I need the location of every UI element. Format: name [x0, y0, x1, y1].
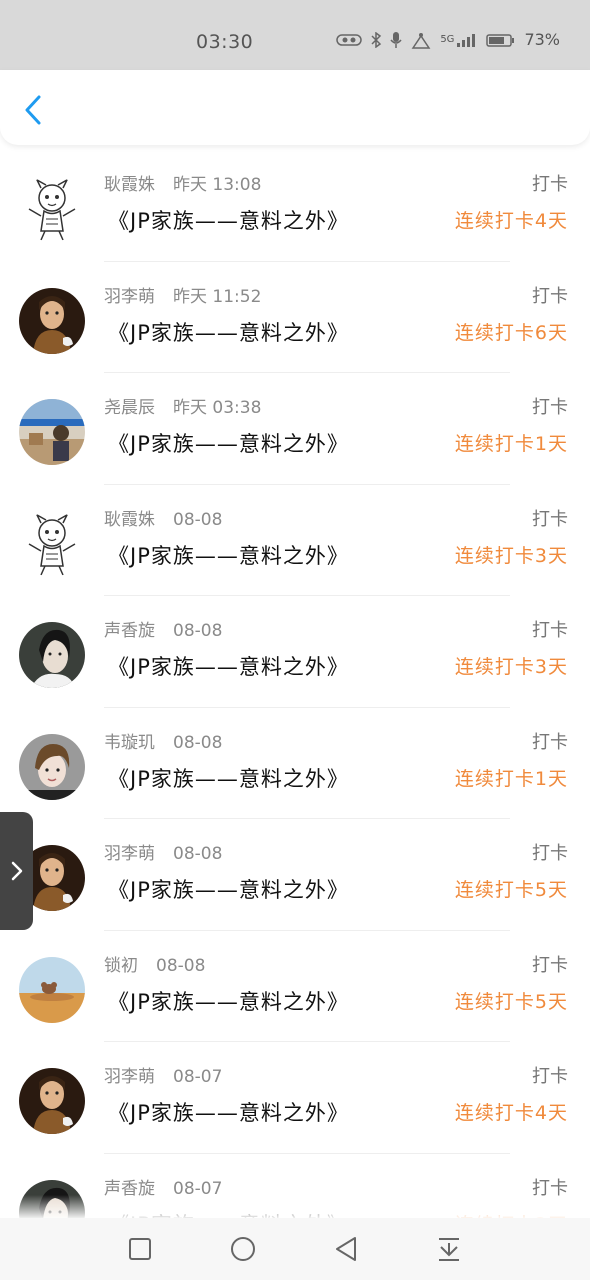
streak-label: 连续打卡4天 [454, 1102, 568, 1124]
avatar[interactable] [19, 733, 85, 800]
list-item[interactable]: 耿霞姝 昨天 13:08 《JP家族——意料之外》 打卡连续打卡4天 [0, 150, 590, 262]
bottom-fade [0, 1195, 590, 1220]
entry-meta: 韦璇玑 08-08 [104, 728, 222, 753]
checkin-tag: 打卡 [532, 843, 568, 864]
network-label: 5G [440, 34, 455, 45]
entry-title[interactable]: 《JP家族——意料之外》 [108, 874, 349, 904]
entry-title[interactable]: 《JP家族——意料之外》 [108, 205, 349, 235]
streak-label: 连续打卡1天 [454, 767, 568, 790]
user-name[interactable]: 羽李萌 [104, 844, 155, 864]
vpn-icon [336, 33, 363, 47]
avatar[interactable] [19, 1068, 85, 1134]
streak-label: 连续打卡1天 [454, 433, 568, 455]
streak-label: 连续打卡6天 [454, 321, 568, 344]
checkin-tag: 打卡 [532, 508, 568, 530]
user-name[interactable]: 韦璇玑 [104, 733, 155, 753]
list-item[interactable]: 锁初 08-08 《JP家族——意料之外》 打卡连续打卡5天 [0, 931, 590, 1042]
avatar[interactable] [19, 510, 85, 577]
status-icons: 5G 73% [336, 30, 560, 49]
post-time: 08-08 [173, 844, 223, 864]
square-icon [129, 1238, 151, 1260]
streak-label: 连续打卡5天 [454, 879, 568, 901]
avatar[interactable] [19, 399, 85, 465]
status-time: 03:30 [196, 31, 254, 53]
home-button[interactable] [226, 1232, 260, 1266]
user-name[interactable]: 耿霞姝 [104, 510, 155, 530]
back-nav-button[interactable] [329, 1232, 363, 1266]
entry-meta: 耿霞姝 昨天 13:08 [104, 170, 261, 195]
list-item[interactable]: 羽李萌 08-08 《JP家族——意料之外》 打卡连续打卡5天 [0, 819, 590, 931]
header [0, 70, 590, 145]
bluetooth-icon [370, 31, 382, 48]
list-item[interactable]: 羽李萌 昨天 11:52 《JP家族——意料之外》 打卡连续打卡6天 [0, 262, 590, 373]
entry-meta: 羽李萌 08-07 [104, 1062, 222, 1087]
chevron-left-icon [25, 95, 41, 125]
list-item[interactable]: 耿霞姝 08-08 《JP家族——意料之外》 打卡连续打卡3天 [0, 485, 590, 596]
user-name[interactable]: 锁初 [104, 956, 138, 976]
system-nav-bar [0, 1218, 590, 1280]
list-item[interactable]: 羽李萌 08-07 《JP家族——意料之外》 打卡连续打卡4天 [0, 1042, 590, 1154]
entry-meta: 锁初 08-08 [104, 951, 205, 976]
user-name[interactable]: 尧晨辰 [104, 398, 155, 418]
notification-pull-button[interactable] [432, 1232, 466, 1266]
list-item[interactable]: 韦璇玑 08-08 《JP家族——意料之外》 打卡连续打卡1天 [0, 708, 590, 819]
entry-title[interactable]: 《JP家族——意料之外》 [108, 317, 349, 347]
entry-meta: 羽李萌 08-08 [104, 839, 222, 864]
checkin-tag: 打卡 [532, 285, 568, 307]
avatar[interactable] [19, 176, 85, 242]
streak-label: 连续打卡5天 [454, 990, 568, 1013]
post-time: 昨天 11:52 [173, 286, 262, 307]
entry-meta: 羽李萌 昨天 11:52 [104, 282, 261, 307]
entry-title[interactable]: 《JP家族——意料之外》 [108, 763, 349, 793]
user-name[interactable]: 羽李萌 [104, 287, 155, 307]
checkin-tag: 打卡 [532, 1066, 568, 1087]
entry-title[interactable]: 《JP家族——意料之外》 [108, 540, 349, 570]
post-time: 08-08 [156, 955, 206, 976]
checkin-list: 耿霞姝 昨天 13:08 《JP家族——意料之外》 打卡 连续打卡4天 羽李萌 昨天 11:… [0, 150, 590, 1265]
entry-meta: 耿霞姝 08-08 [104, 505, 222, 530]
triangle-back-icon [336, 1237, 356, 1261]
back-button[interactable] [18, 92, 48, 128]
checkin-tag: 打卡 [532, 397, 568, 418]
chevron-right-icon [11, 861, 22, 881]
side-expand-tab[interactable] [0, 812, 33, 930]
list-item[interactable]: 声香旋 08-08 《JP家族——意料之外》 打卡连续打卡3天 [0, 596, 590, 708]
list-item[interactable]: 尧晨辰 昨天 03:38 《JP家族——意料之外》 打卡连续打卡1天 [0, 373, 590, 485]
hotspot-icon [410, 31, 432, 49]
avatar[interactable] [19, 956, 85, 1023]
entry-meta: 声香旋 08-08 [104, 616, 222, 641]
streak-label: 连续打卡3天 [454, 656, 568, 678]
entry-title[interactable]: 《JP家族——意料之外》 [108, 1097, 349, 1127]
user-name[interactable]: 声香旋 [104, 621, 155, 641]
entry-meta: 尧晨辰 昨天 03:38 [104, 393, 261, 418]
mic-icon [390, 31, 402, 49]
avatar[interactable] [19, 287, 85, 354]
battery-icon [486, 32, 516, 48]
signal-icon: 5G [440, 33, 478, 47]
recent-apps-button[interactable] [123, 1232, 157, 1266]
checkin-tag: 打卡 [532, 174, 568, 195]
post-time: 08-07 [173, 1067, 223, 1087]
streak-label: 连续打卡3天 [454, 544, 568, 567]
post-time: 08-08 [173, 621, 223, 641]
post-time: 昨天 03:38 [173, 398, 262, 418]
checkin-tag: 打卡 [532, 954, 568, 976]
checkin-tag: 打卡 [532, 731, 568, 753]
user-name[interactable]: 耿霞姝 [104, 175, 155, 195]
avatar[interactable] [19, 622, 85, 688]
streak-label: 连续打卡4天 [454, 210, 568, 232]
post-time: 昨天 13:08 [173, 175, 262, 195]
user-name[interactable]: 羽李萌 [104, 1067, 155, 1087]
circle-icon [231, 1237, 255, 1261]
status-bar: 03:30 5G 73% [0, 0, 590, 70]
post-time: 08-08 [173, 732, 223, 753]
checkin-tag: 打卡 [532, 620, 568, 641]
battery-percent: 73% [524, 30, 560, 49]
entry-title[interactable]: 《JP家族——意料之外》 [108, 428, 349, 458]
entry-title[interactable]: 《JP家族——意料之外》 [108, 651, 349, 681]
post-time: 08-08 [173, 509, 223, 530]
download-icon [439, 1238, 459, 1261]
entry-title[interactable]: 《JP家族——意料之外》 [108, 986, 349, 1016]
